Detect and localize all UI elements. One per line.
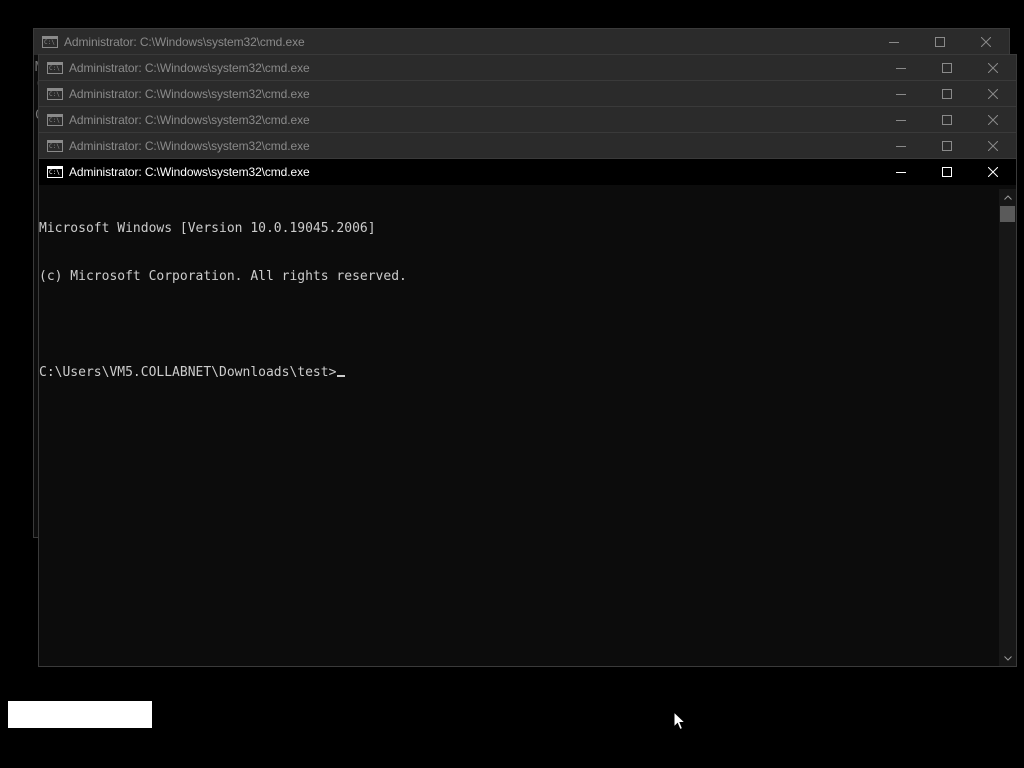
- maximize-button[interactable]: [917, 29, 963, 55]
- close-button[interactable]: [970, 107, 1016, 133]
- close-button[interactable]: [970, 81, 1016, 107]
- maximize-icon: [942, 115, 952, 125]
- window-title: Administrator: C:\Windows\system32\cmd.e…: [69, 113, 310, 127]
- minimize-button[interactable]: [878, 133, 924, 159]
- minimize-icon: [896, 94, 906, 95]
- close-button[interactable]: [970, 55, 1016, 81]
- desktop: C:\ Administrator: C:\Windows\system32\c…: [0, 0, 1024, 768]
- cmd-icon: C:\: [47, 166, 63, 178]
- text-cursor: [337, 375, 346, 377]
- close-icon: [988, 89, 998, 99]
- minimize-button[interactable]: [878, 159, 924, 185]
- close-button[interactable]: [970, 133, 1016, 159]
- cmd-window-active[interactable]: C:\ Administrator: C:\Windows\system32\c…: [38, 158, 1017, 667]
- maximize-icon: [942, 63, 952, 73]
- close-icon: [988, 63, 998, 73]
- cmd-icon: C:\: [47, 88, 63, 100]
- console-prompt: C:\Users\VM5.COLLABNET\Downloads\test>: [39, 365, 337, 380]
- minimize-button[interactable]: [878, 55, 924, 81]
- console-line-version: Microsoft Windows [Version 10.0.19045.20…: [39, 221, 376, 236]
- cmd-window-background-3[interactable]: C:\ Administrator: C:\Windows\system32\c…: [38, 80, 1017, 107]
- maximize-button[interactable]: [924, 107, 970, 133]
- cmd-window-background-5[interactable]: C:\ Administrator: C:\Windows\system32\c…: [38, 132, 1017, 159]
- maximize-icon: [942, 89, 952, 99]
- maximize-button[interactable]: [924, 55, 970, 81]
- vertical-scrollbar[interactable]: [999, 189, 1016, 666]
- maximize-icon: [935, 37, 945, 47]
- chevron-down-icon: [1003, 655, 1012, 661]
- maximize-icon: [942, 167, 952, 177]
- cmd-window-background-4[interactable]: C:\ Administrator: C:\Windows\system32\c…: [38, 106, 1017, 133]
- maximize-button[interactable]: [924, 81, 970, 107]
- titlebar[interactable]: C:\ Administrator: C:\Windows\system32\c…: [39, 133, 1016, 159]
- minimize-icon: [896, 146, 906, 147]
- console-line-copyright: (c) Microsoft Corporation. All rights re…: [39, 269, 407, 284]
- minimize-button[interactable]: [878, 107, 924, 133]
- console-prompt-line[interactable]: C:\Users\VM5.COLLABNET\Downloads\test>: [39, 365, 999, 381]
- titlebar[interactable]: C:\ Administrator: C:\Windows\system32\c…: [39, 107, 1016, 133]
- cmd-icon: C:\: [47, 62, 63, 74]
- minimize-icon: [889, 42, 899, 43]
- minimize-icon: [896, 172, 906, 173]
- minimize-icon: [896, 120, 906, 121]
- close-icon: [981, 37, 991, 47]
- window-title: Administrator: C:\Windows\system32\cmd.e…: [64, 35, 305, 49]
- chevron-up-icon: [1003, 194, 1012, 200]
- window-title: Administrator: C:\Windows\system32\cmd.e…: [69, 61, 310, 75]
- scroll-up-button[interactable]: [999, 189, 1016, 205]
- minimize-icon: [896, 68, 906, 69]
- cmd-window-background-2[interactable]: C:\ Administrator: C:\Windows\system32\c…: [38, 54, 1017, 81]
- window-title: Administrator: C:\Windows\system32\cmd.e…: [69, 87, 310, 101]
- window-title: Administrator: C:\Windows\system32\cmd.e…: [69, 165, 310, 179]
- scroll-thumb[interactable]: [1000, 206, 1015, 222]
- maximize-button[interactable]: [924, 133, 970, 159]
- titlebar[interactable]: C:\ Administrator: C:\Windows\system32\c…: [39, 81, 1016, 107]
- titlebar[interactable]: C:\ Administrator: C:\Windows\system32\c…: [39, 55, 1016, 81]
- close-icon: [988, 167, 998, 177]
- maximize-button[interactable]: [924, 159, 970, 185]
- minimize-button[interactable]: [871, 29, 917, 55]
- titlebar[interactable]: C:\ Administrator: C:\Windows\system32\c…: [39, 159, 1016, 185]
- minimize-button[interactable]: [878, 81, 924, 107]
- close-icon: [988, 115, 998, 125]
- close-icon: [988, 141, 998, 151]
- cmd-icon: C:\: [47, 114, 63, 126]
- cmd-icon: C:\: [42, 36, 58, 48]
- mouse-pointer-icon: [673, 711, 687, 731]
- close-button[interactable]: [963, 29, 1009, 55]
- console-output[interactable]: Microsoft Windows [Version 10.0.19045.20…: [39, 189, 999, 666]
- white-rectangle: [8, 701, 152, 728]
- cmd-icon: C:\: [47, 140, 63, 152]
- titlebar[interactable]: C:\ Administrator: C:\Windows\system32\c…: [34, 29, 1009, 55]
- scroll-down-button[interactable]: [999, 650, 1016, 666]
- maximize-icon: [942, 141, 952, 151]
- window-title: Administrator: C:\Windows\system32\cmd.e…: [69, 139, 310, 153]
- close-button[interactable]: [970, 159, 1016, 185]
